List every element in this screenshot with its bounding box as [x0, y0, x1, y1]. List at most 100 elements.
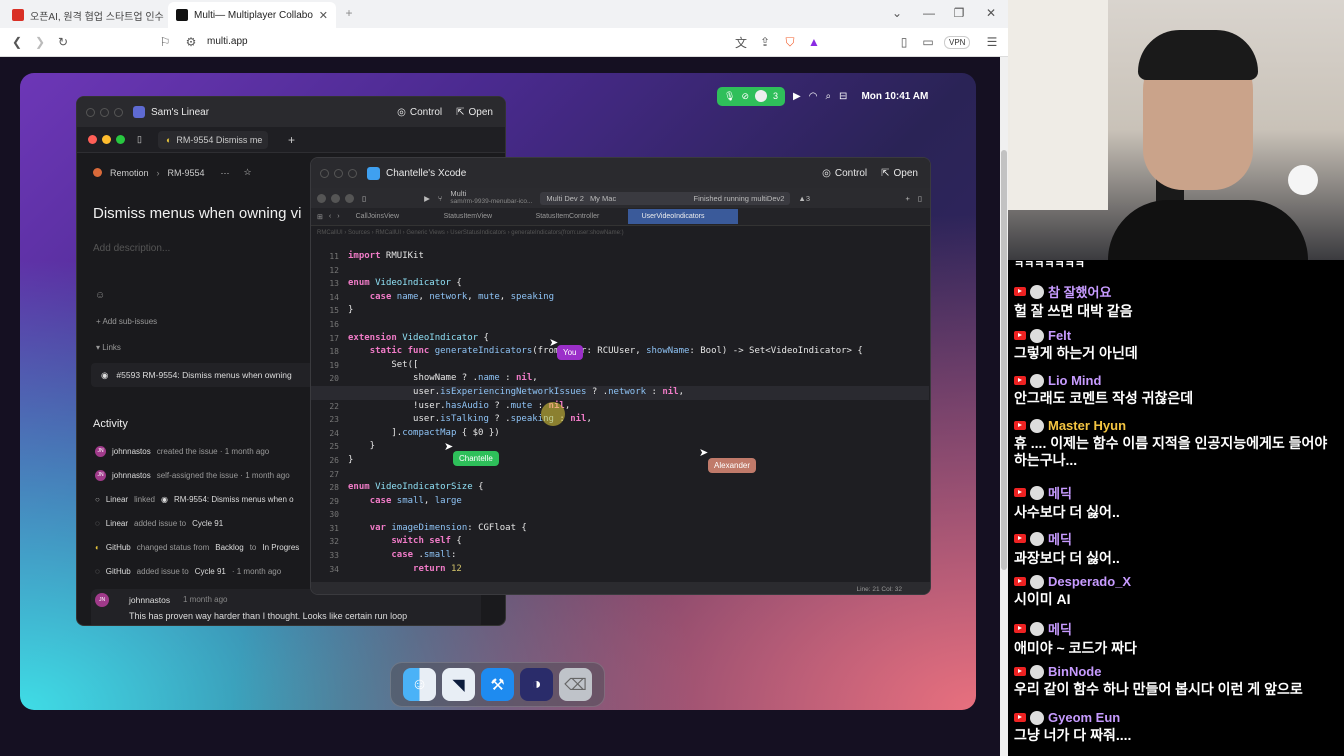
breadcrumb-issue[interactable]: RM-9554 [168, 168, 205, 178]
you-cursor-label: You [557, 345, 583, 360]
forward-icon[interactable]: ❯ [33, 35, 47, 49]
avatar [1030, 621, 1044, 636]
chat-text: 헐 잘 쓰면 대박 같음 [1014, 303, 1133, 319]
file-tab[interactable]: StatusItemController [530, 213, 628, 220]
forward-icon[interactable]: › [337, 213, 339, 220]
star-icon[interactable]: ☆ [244, 167, 252, 178]
chat-text: 시이미 AI [1014, 591, 1071, 607]
tab-label: 오픈AI, 원격 협업 스타트업 인수... [30, 11, 164, 23]
navigator-toggle-icon[interactable]: ▯ [362, 194, 366, 203]
add-subissues-button[interactable]: + Add sub-issues [96, 317, 157, 326]
open-button[interactable]: ⇱ Open [456, 107, 493, 118]
mac-menubar-status: 🎙 ⊘ 3 ▶ ◠ ⌕ ⊟ Mon 10:41 AM [717, 86, 928, 106]
file-tab[interactable]: StatusItemView [438, 213, 530, 220]
emoji-reaction-icon[interactable]: ☺ [95, 290, 105, 301]
tab-rm-9554[interactable]: ◐ RM-9554 Dismiss me [157, 130, 268, 149]
sidebar-icon[interactable]: ▯ [897, 35, 911, 49]
inspector-toggle-icon[interactable]: ▯ [918, 194, 922, 203]
maximize-icon[interactable]: ❐ [952, 6, 966, 20]
control-label: Control [834, 167, 868, 179]
more-icon[interactable]: ··· [221, 168, 230, 178]
multi-icon[interactable]: ◥ [442, 668, 475, 701]
chat-message-partial: ㅋㅋㅋㅋㅋㅋㅋ [1014, 259, 1085, 271]
tab-label: RM-9554 Dismiss me [176, 134, 263, 145]
activity-text: to [249, 542, 257, 552]
spotlight-search-icon[interactable]: ⌕ [825, 91, 831, 102]
run-icon[interactable]: ▶ [424, 194, 430, 203]
screen-share-icon[interactable]: ▶ [793, 91, 801, 102]
avatar [1030, 284, 1044, 299]
minimize-icon[interactable]: — [922, 6, 936, 20]
activity-actor: Linear [105, 494, 129, 504]
sidebar-toggle-icon[interactable]: ▯ [137, 134, 142, 145]
camera-off-icon[interactable]: ⊘ [741, 91, 749, 102]
chat-message: 참 잘했어요 헐 잘 쓰면 대박 같음 [1014, 282, 1340, 320]
cycle-icon: ◌ [95, 566, 100, 576]
tab-multi[interactable]: Multi— Multiplayer Collaborati ✕ [168, 2, 336, 28]
description-field[interactable]: Add description... [93, 243, 170, 254]
brave-rewards-icon[interactable]: ▲ [807, 35, 821, 49]
chat-message: Gyeom Eun 그냥 너가 다 짜줘.... [1014, 710, 1340, 744]
tab-search-chevron-icon[interactable]: ⌄ [890, 6, 904, 20]
live-chat: ㅋㅋㅋㅋㅋㅋㅋ 참 잘했어요 헐 잘 쓰면 대박 같음 Felt 그렇게 하는거 아닌… [1008, 259, 1344, 756]
close-tab-icon[interactable]: ✕ [319, 9, 328, 22]
address-bar[interactable]: multi.app [207, 36, 248, 47]
destination-selector[interactable]: Multi Dev 2 My Mac Finished running mult… [540, 191, 791, 205]
activity-actor: GitHub [105, 542, 131, 552]
line-number: 14 [329, 292, 339, 302]
back-icon[interactable]: ‹ [329, 213, 331, 220]
multi-call-pill[interactable]: 🎙 ⊘ 3 [717, 86, 785, 106]
control-button[interactable]: ◎ Control [822, 168, 867, 179]
source-code[interactable]: import RMUIKit enum VideoIndicator { cas… [348, 250, 863, 576]
back-icon[interactable]: ❮ [10, 35, 24, 49]
grid-icon[interactable]: ⊞ [317, 213, 323, 221]
finder-icon[interactable]: ☺ [403, 668, 436, 701]
youtube-icon [1014, 713, 1026, 722]
new-tab-button[interactable]: + [288, 133, 295, 147]
article-favicon-icon [12, 9, 24, 21]
line-number: 32 [329, 537, 339, 547]
new-tab-button[interactable]: + [342, 6, 356, 20]
jump-bar[interactable]: RMCallUI › Sources › RMCallUI › Generic … [311, 226, 930, 240]
scheme-selector[interactable]: Multi sam/rm-9939-menubar-ico... [450, 190, 532, 206]
wallet-icon[interactable]: ▭ [921, 35, 935, 49]
file-tab-active[interactable]: UserVideoIndicators [627, 209, 738, 224]
wifi-icon[interactable]: ◠ [809, 91, 818, 102]
mic-icon[interactable]: 🎙 [724, 91, 735, 102]
linear-icon[interactable]: ◑ [520, 668, 553, 701]
add-icon[interactable]: + [905, 194, 909, 203]
cycle-link[interactable]: Cycle 91 [195, 567, 226, 576]
share-icon[interactable]: ⇪ [758, 35, 772, 49]
breadcrumb-team[interactable]: Remotion [110, 168, 149, 178]
reload-icon[interactable]: ↻ [56, 35, 70, 49]
issue-title[interactable]: Dismiss menus when owning vi [93, 205, 301, 222]
control-button[interactable]: ◎ Control [397, 107, 442, 118]
tab-openai-article[interactable]: 오픈AI, 원격 협업 스타트업 인수... [4, 2, 164, 28]
participant-count: 3 [772, 91, 778, 101]
control-icon: ◎ [397, 106, 406, 118]
avatar [1030, 574, 1044, 589]
translate-icon[interactable]: 文 [734, 35, 748, 50]
link-item[interactable]: ◉ #5593 RM-9554: Dismiss menus when owni… [91, 363, 331, 387]
vpn-button[interactable]: VPN [944, 36, 971, 49]
file-tab[interactable]: CallJoinsView [350, 213, 438, 220]
xcode-window: Chantelle's Xcode ◎ Control ⇱ Open ▯ ▶ ⑂ M… [310, 157, 931, 595]
cycle-icon: ◌ [95, 518, 100, 528]
chat-text: 애미야 ~ 코드가 짜다 [1014, 640, 1137, 656]
line-number: 24 [329, 428, 339, 438]
control-center-icon[interactable]: ⊟ [839, 91, 847, 102]
links-section-toggle[interactable]: ▾ Links [96, 343, 121, 352]
trash-icon[interactable]: ⌫ [559, 668, 592, 701]
menu-icon[interactable]: ☰ [985, 35, 999, 49]
scrollbar-thumb[interactable] [1001, 150, 1007, 570]
site-settings-icon[interactable]: ⚙ [184, 35, 198, 49]
bookmark-icon[interactable]: ⚐ [158, 35, 172, 49]
xcode-icon[interactable]: ⚒ [481, 668, 514, 701]
brave-shield-icon[interactable]: ⛉ [783, 35, 797, 49]
warnings-badge[interactable]: ▲3 [798, 194, 810, 203]
close-window-icon[interactable]: ✕ [984, 6, 998, 20]
cycle-link[interactable]: Cycle 91 [192, 519, 223, 528]
open-button[interactable]: ⇱ Open [881, 168, 918, 179]
chat-username: 메딕 [1048, 622, 1072, 637]
activity-link[interactable]: RM-9554: Dismiss menus when o [174, 495, 294, 504]
